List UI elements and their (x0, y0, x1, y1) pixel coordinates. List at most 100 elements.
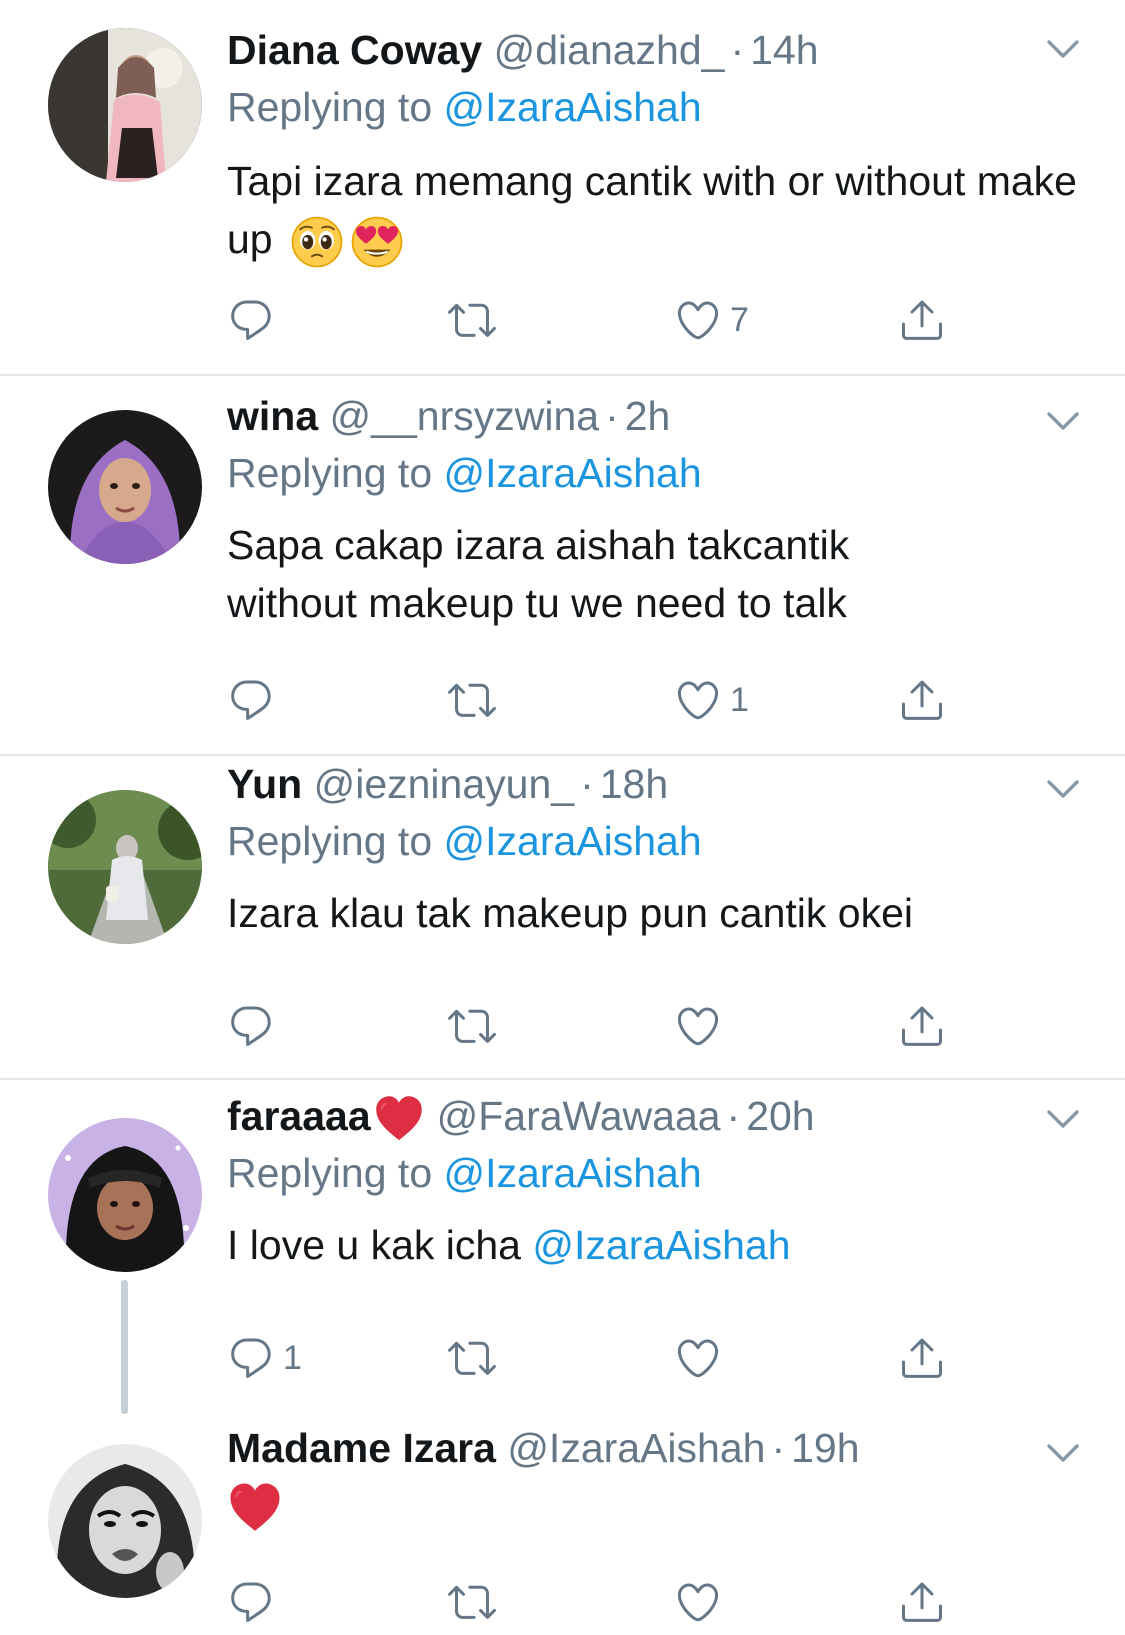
reply-button[interactable] (227, 672, 283, 728)
display-name[interactable]: Madame Izara (227, 1425, 496, 1471)
share-icon (898, 676, 946, 724)
action-bar (0, 1574, 1125, 1630)
display-name[interactable]: faraaaa (227, 1093, 371, 1139)
tweet-text: Tapi izara memang cantik with or without… (227, 152, 1087, 269)
timestamp[interactable]: 19h (791, 1425, 859, 1471)
replying-to-label: Replying to (227, 84, 433, 130)
replying-to: Replying to @IzaraAishah (227, 815, 702, 867)
reply-icon (227, 676, 275, 724)
share-icon (898, 1334, 946, 1382)
action-bar: 7 (0, 292, 1125, 348)
timestamp[interactable]: 2h (625, 393, 671, 439)
reply-button[interactable] (227, 998, 283, 1054)
action-bar: 1 (0, 672, 1125, 728)
like-button[interactable] (674, 1330, 730, 1386)
tweet-2[interactable]: wina @__nrsyzwina · 2h Replying to @IzaraA… (0, 376, 1125, 754)
like-button[interactable] (674, 1574, 730, 1630)
user-handle[interactable]: @IzaraAishah (507, 1425, 765, 1471)
mention-link[interactable]: @IzaraAishah (532, 1222, 790, 1268)
share-button[interactable] (898, 292, 946, 348)
separator-dot: · (605, 393, 619, 439)
retweet-icon (448, 296, 496, 344)
chevron-down-icon[interactable] (1043, 1104, 1083, 1134)
avatar[interactable] (48, 28, 202, 182)
retweet-button[interactable] (448, 672, 504, 728)
reply-icon (227, 296, 275, 344)
like-button[interactable] (674, 998, 730, 1054)
tweet-4[interactable]: faraaaa @FaraWawaaa · 20h Replying to @Izar… (0, 1080, 1125, 1414)
replying-to-label: Replying to (227, 1150, 433, 1196)
avatar[interactable] (48, 1118, 202, 1272)
heart-icon (674, 1578, 722, 1626)
timestamp[interactable]: 14h (750, 27, 818, 73)
share-button[interactable] (898, 998, 946, 1054)
retweet-button[interactable] (448, 292, 504, 348)
like-button[interactable]: 1 (674, 672, 749, 728)
retweet-button[interactable] (448, 998, 504, 1054)
reply-icon (227, 1334, 275, 1382)
heart-icon (674, 1002, 722, 1050)
timestamp[interactable]: 20h (746, 1093, 814, 1139)
user-handle[interactable]: @FaraWawaaa (437, 1093, 721, 1139)
red-heart-emoji (227, 1480, 283, 1536)
reply-button[interactable] (227, 1574, 283, 1630)
mention-link[interactable]: @IzaraAishah (444, 818, 702, 864)
chevron-down-icon[interactable] (1043, 774, 1083, 804)
share-icon (898, 1578, 946, 1626)
reply-icon (227, 1002, 275, 1050)
red-heart-emoji (373, 1093, 425, 1145)
tweet-5[interactable]: Madame Izara @IzaraAishah · 19h (0, 1414, 1125, 1635)
replying-to: Replying to @IzaraAishah (227, 447, 702, 499)
replying-to: Replying to @IzaraAishah (227, 1147, 702, 1199)
heart-icon (674, 676, 722, 724)
like-button[interactable]: 7 (674, 292, 749, 348)
tweet-text: I love u kak icha @IzaraAishah (227, 1216, 1087, 1274)
avatar[interactable] (48, 410, 202, 564)
action-bar: 1 (0, 1330, 1125, 1386)
retweet-button[interactable] (448, 1574, 504, 1630)
chevron-down-icon[interactable] (1043, 406, 1083, 436)
heart-icon (674, 296, 722, 344)
tweet-text (227, 1476, 1087, 1536)
share-button[interactable] (898, 1330, 946, 1386)
tweet-text-content: Izara klau tak makeup pun cantik okei (227, 890, 913, 936)
tweet-header: Yun @iezninayun_ · 18h (227, 758, 668, 810)
user-handle[interactable]: @dianazhd_ (494, 27, 725, 73)
tweet-text: Izara klau tak makeup pun cantik okei (227, 884, 1087, 942)
user-handle[interactable]: @__nrsyzwina (330, 393, 600, 439)
reply-button[interactable]: 1 (227, 1330, 302, 1386)
tweet-header: wina @__nrsyzwina · 2h (227, 390, 670, 442)
avatar[interactable] (48, 790, 202, 944)
retweet-icon (448, 1578, 496, 1626)
tweet-header: faraaaa @FaraWawaaa · 20h (227, 1090, 815, 1145)
separator-dot: · (730, 27, 745, 73)
mention-link[interactable]: @IzaraAishah (444, 450, 702, 496)
reply-button[interactable] (227, 292, 283, 348)
heart-icon (674, 1334, 722, 1382)
separator-dot: · (771, 1425, 786, 1471)
retweet-button[interactable] (448, 1330, 504, 1386)
tweet-1[interactable]: Diana Coway @dianazhd_ · 14h Replying to @… (0, 0, 1125, 374)
tweet-3[interactable]: Yun @iezninayun_ · 18h Replying to @IzaraA… (0, 756, 1125, 1078)
mention-link[interactable]: @IzaraAishah (444, 84, 702, 130)
display-name[interactable]: Yun (227, 761, 302, 807)
tweet-header: Diana Coway @dianazhd_ · 14h (227, 24, 819, 76)
tweet-text-line: without makeup tu we need to talk (227, 580, 847, 626)
tweet-text: Sapa cakap izara aishah takcantik withou… (227, 516, 1087, 632)
display-name[interactable]: Diana Coway (227, 27, 482, 73)
share-icon (898, 1002, 946, 1050)
share-button[interactable] (898, 1574, 946, 1630)
retweet-icon (448, 676, 496, 724)
like-count: 7 (730, 300, 749, 339)
retweet-icon (448, 1334, 496, 1382)
timestamp[interactable]: 18h (600, 761, 668, 807)
display-name[interactable]: wina (227, 393, 318, 439)
tweet-header: Madame Izara @IzaraAishah · 19h (227, 1422, 860, 1474)
chevron-down-icon[interactable] (1043, 1438, 1083, 1468)
replying-to: Replying to @IzaraAishah (227, 81, 702, 133)
chevron-down-icon[interactable] (1043, 34, 1083, 64)
share-button[interactable] (898, 672, 946, 728)
reply-icon (227, 1578, 275, 1626)
user-handle[interactable]: @iezninayun_ (314, 761, 574, 807)
mention-link[interactable]: @IzaraAishah (444, 1150, 702, 1196)
